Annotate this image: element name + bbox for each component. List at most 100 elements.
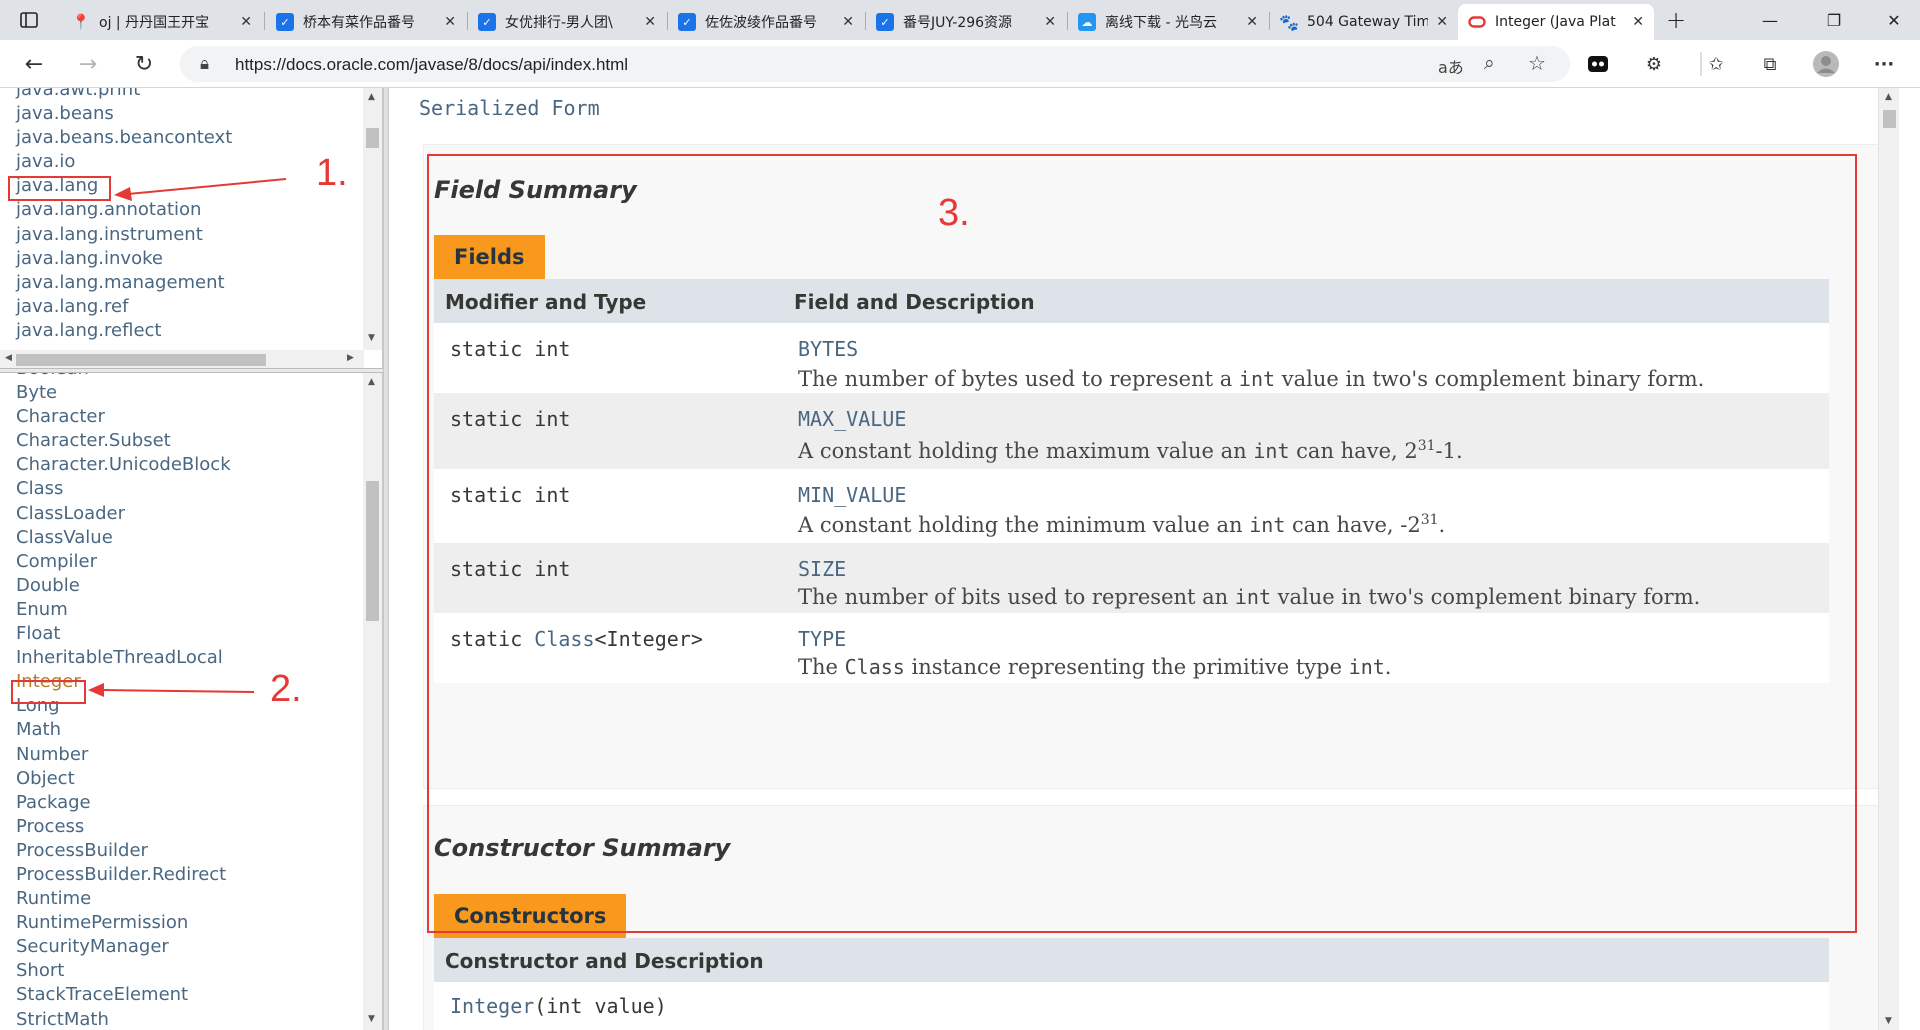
constructor-row: Integer(int value) [434, 982, 1829, 1030]
close-icon[interactable]: ✕ [1044, 14, 1056, 30]
tab-6[interactable]: ☁ 离线下载 - 光鸟云 ✕ [1068, 4, 1268, 40]
tab-title: 504 Gateway Tim [1307, 14, 1429, 30]
class-link[interactable]: Character [16, 405, 231, 429]
tab-actions-icon[interactable] [4, 0, 54, 40]
tab-4[interactable]: ✓ 佐佐波绫作品番号 ✕ [668, 4, 864, 40]
package-vscrollbar[interactable]: ▲ ▼ [363, 88, 382, 350]
close-icon[interactable]: ✕ [1436, 14, 1448, 30]
tab-title: Integer (Java Plat [1495, 14, 1616, 30]
tab-strip: 📍 oj | 丹丹国王开宝 ✕ ✓ 桥本有菜作品番号 ✕ ✓ 女优排行-男人团\… [0, 0, 1920, 40]
paw-icon: 🐾 [1279, 12, 1299, 32]
class-link[interactable]: Enum [16, 598, 231, 622]
bookmark-icon: ✓ [876, 13, 894, 31]
class-link[interactable]: Character.UnicodeBlock [16, 453, 231, 477]
class-link[interactable]: Byte [16, 381, 231, 405]
annotation-label-2: 2. [270, 668, 302, 710]
class-link[interactable]: ProcessBuilder [16, 839, 231, 863]
address-toolbar: ← → ↻ 🔒︎ https://docs.oracle.com/javase/… [0, 40, 1920, 88]
lock-icon[interactable]: 🔒︎ [200, 54, 209, 74]
class-link[interactable]: Runtime [16, 887, 231, 911]
forward-arrow-icon[interactable]: → [70, 46, 106, 82]
class-link[interactable]: Boolean [16, 373, 231, 381]
close-icon[interactable]: ✕ [1632, 14, 1644, 30]
package-hscrollbar[interactable]: ◀ ▶ [0, 350, 364, 368]
close-window-icon[interactable]: ✕ [1866, 0, 1920, 40]
url-text[interactable]: https://docs.oracle.com/javase/8/docs/ap… [235, 55, 628, 75]
zoom-icon[interactable]: ⌕ [1484, 52, 1495, 74]
package-link[interactable]: java.beans.beancontext [16, 126, 232, 150]
tab-title: 桥本有菜作品番号 [303, 15, 415, 31]
constructor-link[interactable]: Integer [450, 994, 534, 1018]
tab-oj[interactable]: 📍 oj | 丹丹国王开宝 ✕ [62, 4, 262, 40]
tab-5[interactable]: ✓ 番号JUY-296资源 ✕ [866, 4, 1066, 40]
tab-integer-active[interactable]: Integer (Java Plat ✕ [1458, 4, 1654, 40]
collections-icon[interactable]: ⧉ [1756, 50, 1784, 78]
class-link[interactable]: Object [16, 767, 231, 791]
package-link[interactable]: java.beans [16, 102, 232, 126]
class-link[interactable]: Compiler [16, 550, 231, 574]
add-favorite-icon[interactable]: ☆ [1528, 51, 1546, 75]
class-link[interactable]: Number [16, 743, 231, 767]
annotation-arrow-1 [114, 178, 287, 201]
close-icon[interactable]: ✕ [240, 14, 252, 30]
new-tab-button[interactable]: + [1656, 0, 1696, 40]
col-constructor-description: Constructor and Description [445, 949, 764, 973]
tab-3[interactable]: ✓ 女优排行-男人团\ ✕ [468, 4, 666, 40]
class-link[interactable]: Short [16, 959, 231, 983]
class-link[interactable]: Process [16, 815, 231, 839]
class-link[interactable]: ClassLoader [16, 502, 231, 526]
package-link[interactable]: java.lang.ref [16, 295, 232, 319]
class-link[interactable]: StackTraceElement [16, 983, 231, 1007]
translate-icon[interactable]: aあ [1438, 54, 1464, 78]
close-icon[interactable]: ✕ [444, 14, 456, 30]
profile-avatar[interactable] [1812, 50, 1840, 78]
close-icon[interactable]: ✕ [842, 14, 854, 30]
maximize-icon[interactable]: ❐ [1806, 0, 1862, 40]
class-link[interactable]: Math [16, 718, 231, 742]
class-link[interactable]: Double [16, 574, 231, 598]
pin-icon: 📍 [71, 13, 91, 31]
class-link[interactable]: SecurityManager [16, 935, 231, 959]
more-options-icon[interactable]: ··· [1870, 50, 1898, 78]
close-icon[interactable]: ✕ [644, 14, 656, 30]
annotation-label-1: 1. [316, 152, 348, 194]
tab-title: 番号JUY-296资源 [903, 15, 1013, 31]
package-link[interactable]: java.lang.invoke [16, 247, 232, 271]
package-list: java.awt.print java.beans java.beans.beanc… [16, 88, 232, 343]
class-link[interactable]: InheritableThreadLocal [16, 646, 231, 670]
annotation-box-integer [11, 680, 86, 704]
package-link[interactable]: java.lang.instrument [16, 223, 232, 247]
package-link[interactable]: java.io [16, 150, 232, 174]
class-link[interactable]: Float [16, 622, 231, 646]
package-link[interactable]: java.lang.management [16, 271, 232, 295]
package-link[interactable]: java.awt.print [16, 88, 232, 102]
close-icon[interactable]: ✕ [1246, 14, 1258, 30]
favorites-icon[interactable]: ✩ [1702, 50, 1730, 78]
tab-7[interactable]: 🐾 504 Gateway Tim ✕ [1270, 4, 1458, 40]
collections-app-icon[interactable] [1584, 50, 1612, 78]
main-vscrollbar[interactable]: ▲ ▼ [1878, 88, 1899, 1030]
extensions-icon[interactable]: ⚙ [1640, 50, 1668, 78]
class-link[interactable]: ProcessBuilder.Redirect [16, 863, 231, 887]
annotation-label-3: 3. [938, 192, 970, 234]
package-list-frame: java.awt.print java.beans java.beans.beanc… [0, 88, 383, 368]
tab-2[interactable]: ✓ 桥本有菜作品番号 ✕ [266, 4, 466, 40]
serialized-form-link[interactable]: Serialized Form [419, 96, 600, 120]
address-bar[interactable]: 🔒︎ https://docs.oracle.com/javase/8/docs… [180, 46, 1570, 82]
tab-title: 女优排行-男人团\ [505, 15, 613, 31]
class-link[interactable]: Package [16, 791, 231, 815]
bookmark-icon: ✓ [478, 13, 496, 31]
tab-title: 离线下载 - 光鸟云 [1105, 15, 1217, 31]
minimize-icon[interactable]: — [1742, 0, 1798, 40]
reload-icon[interactable]: ↻ [126, 46, 162, 82]
oracle-icon [1468, 13, 1486, 31]
package-link[interactable]: java.lang.reflect [16, 319, 232, 343]
class-link[interactable]: RuntimePermission [16, 911, 231, 935]
class-link[interactable]: StrictMath [16, 1008, 231, 1030]
class-link[interactable]: ClassValue [16, 526, 231, 550]
class-link[interactable]: Character.Subset [16, 429, 231, 453]
class-link[interactable]: Class [16, 477, 231, 501]
back-arrow-icon[interactable]: ← [16, 46, 52, 82]
class-vscrollbar[interactable]: ▲ ▼ [363, 373, 382, 1030]
cloud-icon: ☁ [1078, 13, 1096, 31]
